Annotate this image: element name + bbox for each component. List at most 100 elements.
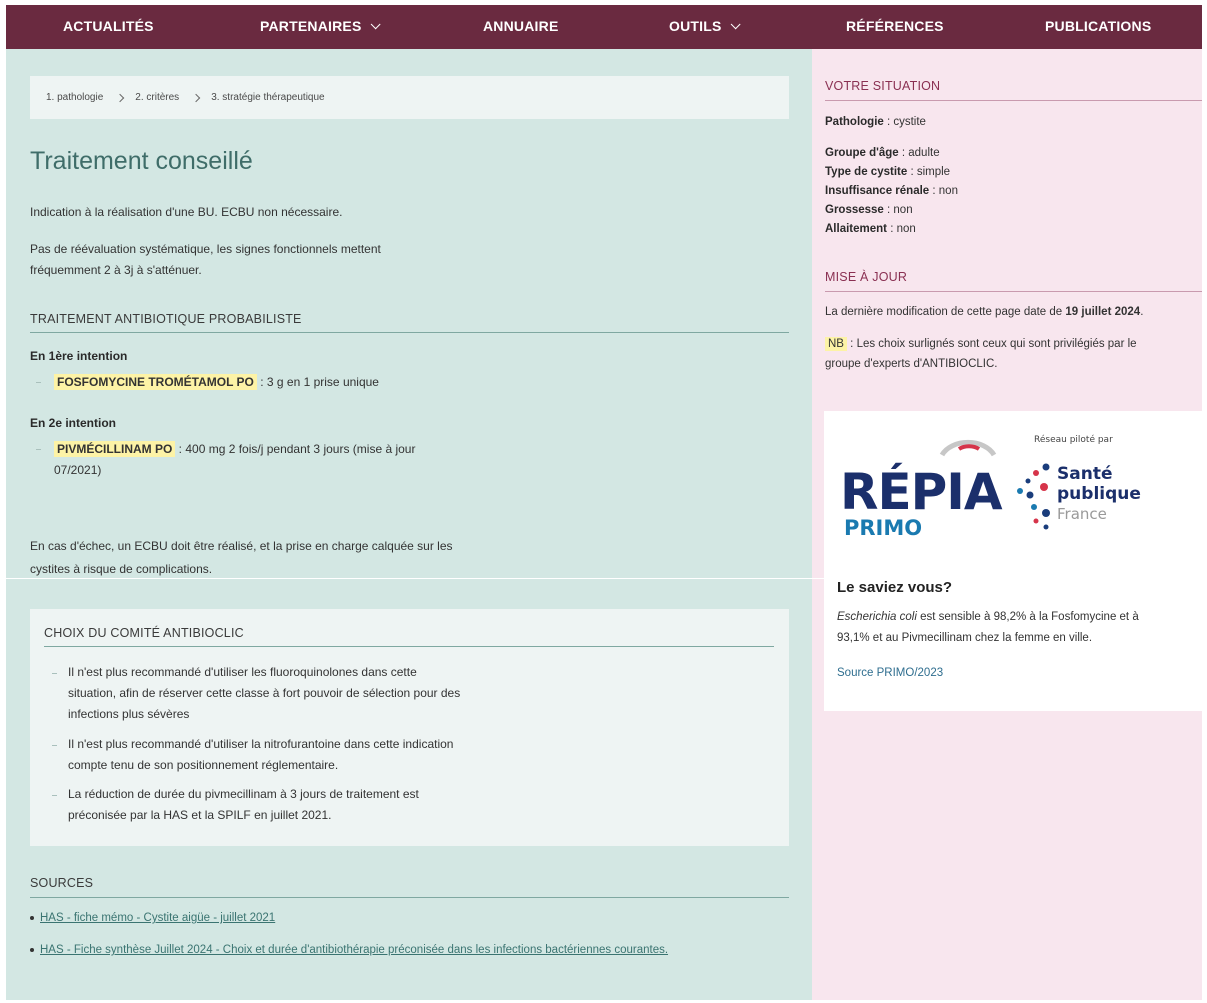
section-divider xyxy=(30,332,789,333)
field-value: : simple xyxy=(907,166,951,178)
nav-item-label: OUTILS xyxy=(669,18,722,34)
section-divider xyxy=(825,100,1202,101)
nav-item-outils[interactable]: OUTILS xyxy=(669,18,741,34)
situation-insuffisance: Insuffisance rénale : non xyxy=(825,185,958,197)
second-intention-label: En 2e intention xyxy=(30,416,117,430)
repia-sante-publique-logo: RÉPIA PRIMO Santé publique France Réseau… xyxy=(840,434,1141,540)
nav-item-label: RÉFÉRENCES xyxy=(846,18,944,34)
breadcrumb-step-criteres[interactable]: 2. critères xyxy=(135,92,179,103)
comite-item-line: La réduction de durée du pivmecillinam à… xyxy=(68,787,419,801)
comite-item-line: situation, afin de réserver cette classe… xyxy=(68,686,461,700)
comite-item-line: infections plus sévères xyxy=(68,707,190,721)
comite-item-fluoroquinolones: Il n'est plus recommandé d'utiliser les … xyxy=(68,662,528,725)
sante-wordmark: Santé xyxy=(1057,464,1112,484)
drug-dose: : 3 g en 1 prise unique xyxy=(256,375,379,389)
nav-item-references[interactable]: RÉFÉRENCES xyxy=(846,18,944,34)
comite-item-line: Il n'est plus recommandé d'utiliser les … xyxy=(68,665,417,679)
field-value: : cystite xyxy=(883,116,926,128)
field-value: : adulte xyxy=(898,147,940,159)
first-intention-label: En 1ère intention xyxy=(30,349,128,363)
update-date: 19 juillet 2024 xyxy=(1065,306,1141,318)
nav-item-label: PUBLICATIONS xyxy=(1045,18,1152,34)
first-intention-item: FOSFOMYCINE TROMÉTAMOL PO : 3 g en 1 pri… xyxy=(54,372,379,393)
card-title: Le saviez vous? xyxy=(837,579,953,596)
section-divider xyxy=(44,646,774,647)
bullet-dot xyxy=(30,915,34,920)
intro-text-bu: Indication à la réalisation d'une BU. EC… xyxy=(30,205,343,219)
list-bullet xyxy=(36,382,41,383)
source-link-has-synthese[interactable]: HAS - Fiche synthèse Juillet 2024 - Choi… xyxy=(40,944,668,956)
situation-allaitement: Allaitement : non xyxy=(825,223,916,235)
field-label: Type de cystite xyxy=(825,166,908,178)
sources-heading: SOURCES xyxy=(30,876,94,890)
list-bullet xyxy=(36,449,41,450)
situation-grossesse: Grossesse : non xyxy=(825,204,913,216)
nb-text-line2: groupe d'experts d'ANTIBIOCLIC. xyxy=(825,358,998,370)
antibio-section-heading: TRAITEMENT ANTIBIOTIQUE PROBABILISTE xyxy=(30,312,302,326)
comite-item-pivmecillinam: La réduction de durée du pivmecillinam à… xyxy=(68,784,528,826)
failure-text-line2: cystites à risque de complications. xyxy=(30,562,213,576)
comite-item-nitrofurantoine: Il n'est plus recommandé d'utiliser la n… xyxy=(68,734,528,776)
horizontal-separator xyxy=(6,578,1202,579)
nav-item-partenaires[interactable]: PARTENAIRES xyxy=(260,18,381,34)
comite-item-line: préconisée par la HAS et la SPILF en jui… xyxy=(68,808,332,822)
update-text-suffix: . xyxy=(1140,306,1144,318)
intro-text-reevaluation-line2: fréquemment 2 à 3j à s'atténuer. xyxy=(30,263,202,277)
comite-item-line: compte tenu de son positionnement réglem… xyxy=(68,758,339,772)
field-label: Pathologie xyxy=(825,116,884,128)
section-divider xyxy=(30,897,789,898)
comite-choice-box: CHOIX DU COMITÉ ANTIBIOCLIC Il n'est plu… xyxy=(30,609,789,846)
publique-wordmark: publique xyxy=(1057,484,1141,504)
situation-type: Type de cystite : simple xyxy=(825,166,950,178)
repia-wordmark: RÉPIA xyxy=(840,462,1003,521)
card-text-line2: 93,1% et au Pivmecillinam chez la femme … xyxy=(837,632,1093,644)
update-text-prefix: La dernière modification de cette page d… xyxy=(825,306,1066,318)
drug-fosfomycine: FOSFOMYCINE TROMÉTAMOL PO xyxy=(54,374,257,390)
section-divider xyxy=(825,291,1202,292)
second-intention-item: PIVMÉCILLINAM PO : 400 mg 2 fois/j penda… xyxy=(54,439,415,460)
sidebar: VOTRE SITUATION Pathologie : cystite Gro… xyxy=(812,49,1204,1000)
breadcrumb: 1. pathologie 2. critères 3. stratégie t… xyxy=(30,76,789,119)
field-label: Allaitement xyxy=(825,223,887,235)
update-heading: MISE À JOUR xyxy=(825,270,908,284)
top-navigation: ACTUALITÉS PARTENAIRES ANNUAIRE OUTILS R… xyxy=(6,5,1202,49)
drug-pivmecillinam: PIVMÉCILLINAM PO xyxy=(54,441,176,457)
nav-item-label: ACTUALITÉS xyxy=(63,18,154,34)
nav-item-label: PARTENAIRES xyxy=(260,18,362,34)
info-card: RÉPIA PRIMO Santé publique France Réseau… xyxy=(824,411,1204,711)
situation-pathologie: Pathologie : cystite xyxy=(825,116,926,128)
source-link-has-memo[interactable]: HAS - fiche mémo - Cystite aigüe - juill… xyxy=(40,912,275,924)
card-text-line1: est sensible à 98,2% à la Fosfomycine et… xyxy=(916,611,1139,623)
card-text-species: Escherichia coli xyxy=(837,611,917,623)
failure-text-line1: En cas d'échec, un ECBU doit être réalis… xyxy=(30,539,453,553)
card-text: Escherichia coli est sensible à 98,2% à … xyxy=(837,607,1187,649)
bullet-dot xyxy=(30,947,34,952)
breadcrumb-step-pathologie[interactable]: 1. pathologie xyxy=(46,92,103,103)
nav-item-publications[interactable]: PUBLICATIONS xyxy=(1045,18,1151,34)
intro-text-reevaluation-line1: Pas de réévaluation systématique, les si… xyxy=(30,242,381,256)
field-value: : non xyxy=(887,223,916,235)
drug-dose: : 400 mg 2 fois/j pendant 3 jours (mise … xyxy=(175,442,416,456)
list-bullet xyxy=(52,673,57,674)
reseau-label: Réseau piloté par xyxy=(1034,434,1113,445)
field-label: Groupe d'âge xyxy=(825,147,899,159)
list-bullet xyxy=(52,795,57,796)
situation-heading: VOTRE SITUATION xyxy=(825,79,941,93)
nb-text: NB : Les choix surlignés sont ceux qui s… xyxy=(825,334,1195,374)
update-text: La dernière modification de cette page d… xyxy=(825,302,1195,322)
second-intention-item-cont: 07/2021) xyxy=(54,463,102,477)
card-source-link[interactable]: Source PRIMO/2023 xyxy=(837,667,943,679)
comite-item-line: Il n'est plus recommandé d'utiliser la n… xyxy=(68,737,454,751)
field-value: : non xyxy=(929,185,958,197)
list-bullet xyxy=(52,745,57,746)
repia-logo: RÉPIA PRIMO Santé publique France Réseau… xyxy=(824,411,1204,571)
source-item: HAS - Fiche synthèse Juillet 2024 - Choi… xyxy=(30,944,668,956)
nb-text-line1: : Les choix surlignés sont ceux qui sont… xyxy=(846,338,1137,350)
field-label: Grossesse xyxy=(825,204,884,216)
situation-age: Groupe d'âge : adulte xyxy=(825,147,940,159)
source-item: HAS - fiche mémo - Cystite aigüe - juill… xyxy=(30,912,275,924)
chevron-down-icon xyxy=(370,18,381,29)
nav-item-actualites[interactable]: ACTUALITÉS xyxy=(63,18,154,34)
nb-badge: NB xyxy=(825,337,847,351)
nav-item-annuaire[interactable]: ANNUAIRE xyxy=(483,18,559,34)
